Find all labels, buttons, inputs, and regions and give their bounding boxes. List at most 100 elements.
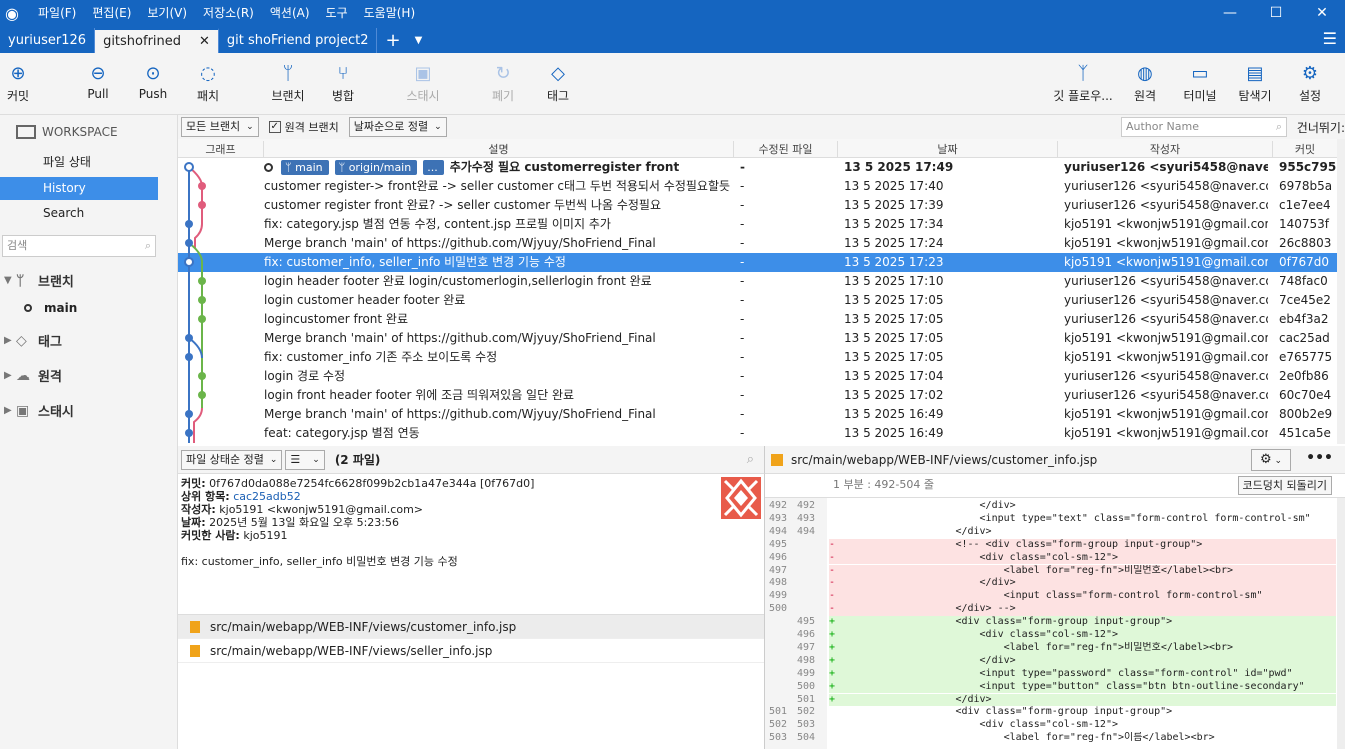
menu-edit[interactable]: 편집(E) — [84, 0, 139, 26]
branch-filter-dropdown[interactable]: 모든 브랜치 ⌄ — [181, 117, 259, 137]
tab-list-dropdown-icon[interactable]: ▼ — [409, 28, 429, 53]
sidebar-item-file-status[interactable]: 파일 상태 — [0, 151, 158, 174]
tab-git-shofriend-project2[interactable]: git shoFriend project2 — [219, 28, 378, 53]
close-window-icon[interactable]: ✕ — [1299, 0, 1345, 26]
new-tab-icon[interactable]: + — [377, 28, 408, 53]
stash-icon: ▣ — [16, 402, 30, 419]
commit-row[interactable]: login customer header footer 완료 - 13 5 202… — [178, 291, 1337, 310]
sidebar-item-search[interactable]: Search — [0, 202, 158, 225]
commit-row[interactable]: customer register front 완료? -> seller cu… — [178, 196, 1337, 215]
commit-row[interactable]: ᛘ main ᛘ origin/main... 추가수정 필요 customerre… — [178, 158, 1337, 177]
column-header-files[interactable]: 수정된 파일 — [734, 141, 838, 157]
menu-help[interactable]: 도움말(H) — [356, 0, 424, 26]
parent-commit-link[interactable]: cac25adb52 — [233, 490, 301, 503]
graph-node-selected — [184, 257, 194, 267]
commit-row[interactable]: Merge branch 'main' of https://github.co… — [178, 234, 1337, 253]
commit-author: yuriuser126 <syuri5458@naver.com> — [1064, 198, 1268, 212]
search-icon[interactable]: ⌕ — [747, 452, 754, 467]
column-header-commit[interactable]: 커밋 — [1273, 141, 1337, 157]
tags-section[interactable]: ▶ ◇ 태그 — [4, 331, 62, 351]
menu-view[interactable]: 보기(V) — [139, 0, 195, 26]
commit-row-selected[interactable]: fix: customer_info, seller_info 비밀번호 변경 … — [178, 253, 1337, 272]
remotes-section[interactable]: ▶ ☁ 원격 — [4, 366, 62, 386]
commit-list-scrollbar[interactable] — [1337, 139, 1345, 444]
minimize-icon[interactable]: — — [1207, 0, 1253, 26]
more-options-icon[interactable]: ••• — [1306, 450, 1333, 466]
sort-order-dropdown[interactable]: 날짜순으로 정렬 ⌄ — [348, 117, 447, 137]
branch-label-main: ᛘ main — [281, 160, 329, 175]
sidebar-search-input[interactable]: 검색 ⌕ — [2, 235, 156, 257]
dropdown-value: 모든 브랜치 — [186, 120, 241, 133]
column-header-description[interactable]: 설명 — [264, 141, 734, 157]
commit-hash: 0f767d0 — [1279, 255, 1330, 269]
diff-scrollbar[interactable] — [1337, 498, 1345, 749]
commit-row[interactable]: login header footer 완료 login/customerlog… — [178, 272, 1337, 291]
commit-row[interactable]: feat: category.jsp 별점 연동 - 13 5 2025 16:49… — [178, 424, 1337, 443]
checkbox-label: 원격 브랜치 — [284, 121, 339, 134]
sidebar-item-label: Search — [43, 206, 85, 220]
diff-text: </div> — [835, 525, 992, 537]
tab-yuriuser126[interactable]: yuriuser126 — [0, 28, 96, 53]
file-sort-dropdown[interactable]: 파일 상태순 정렬 ⌄ — [181, 449, 283, 470]
diff-options-button[interactable]: ⚙ ⌄ — [1251, 449, 1291, 471]
commit-hash: 2e0fb86 — [1279, 369, 1329, 383]
tag-button[interactable]: ◇ 태그 — [528, 61, 588, 104]
sidebar-item-history[interactable]: History — [0, 177, 158, 200]
explorer-button[interactable]: ▤ 탐색기 — [1225, 61, 1285, 104]
push-button[interactable]: ⊙ Push — [123, 61, 183, 101]
commit-row[interactable]: Merge branch 'main' of https://github.co… — [178, 329, 1337, 348]
remote-button[interactable]: ◍ 원격 — [1115, 61, 1175, 104]
detail-parent: 상위 항목: cac25adb52 — [181, 490, 761, 503]
tab-gitshofrined[interactable]: gitshofrined ✕ — [95, 28, 219, 53]
column-header-date[interactable]: 날짜 — [838, 141, 1058, 157]
file-item[interactable]: src/main/webapp/WEB-INF/views/customer_i… — [178, 615, 764, 639]
commit-row[interactable]: login 경로 수정 - 13 5 2025 17:04 yuriuser126 <… — [178, 367, 1337, 386]
commit-row[interactable]: fix: category.jsp 별점 연동 수정, content.jsp … — [178, 215, 1337, 234]
branches-section[interactable]: ▼ ᛘ 브랜치 — [4, 271, 74, 291]
settings-button[interactable]: ⚙ 설정 — [1280, 61, 1340, 104]
menu-tools[interactable]: 도구 — [318, 0, 356, 26]
diff-code: - </div> --> — [829, 603, 1336, 617]
modified-file-icon — [190, 620, 200, 633]
column-header-author[interactable]: 작성자 — [1058, 141, 1273, 157]
merge-button[interactable]: ⑂ 병합 — [313, 61, 373, 104]
menu-file[interactable]: 파일(F) — [30, 0, 84, 26]
close-tab-icon[interactable]: ✕ — [199, 34, 210, 49]
revert-hunk-button[interactable]: 코드덩치 되돌리기 — [1237, 476, 1332, 495]
commit-row[interactable]: Merge branch 'main' of https://github.co… — [178, 405, 1337, 424]
stash-button[interactable]: ▣ 스태시 — [393, 61, 453, 104]
pull-button[interactable]: ⊖ Pull — [68, 61, 128, 101]
remote-branches-checkbox[interactable]: ✓ 원격 브랜치 — [268, 119, 339, 135]
commit-row[interactable]: customer register-> front완료 -> seller cu… — [178, 177, 1337, 196]
menu-bar: 파일(F) 편집(E) 보기(V) 저장소(R) 액션(A) 도구 도움말(H) — [30, 0, 423, 26]
commit-row[interactable]: fix: customer_info 기존 주소 보이도록 수정 - 13 5 20… — [178, 348, 1337, 367]
stashes-section[interactable]: ▶ ▣ 스태시 — [4, 401, 74, 421]
commit-author: yuriuser126 <syuri5458@naver.com> — [1064, 388, 1268, 402]
file-item[interactable]: src/main/webapp/WEB-INF/views/seller_inf… — [178, 639, 764, 663]
diff-code: <input type="text" class="form-control f… — [829, 513, 1336, 526]
commit-row[interactable]: login front header footer 위에 조금 띄워져있음 일단… — [178, 386, 1337, 405]
graph-node — [198, 296, 206, 304]
column-header-graph[interactable]: 그래프 — [178, 141, 264, 157]
maximize-icon[interactable]: ☐ — [1253, 0, 1299, 26]
workspace-header: WORKSPACE — [16, 125, 118, 139]
detail-value: kjo5191 — [243, 529, 288, 542]
discard-button[interactable]: ↻ 폐기 — [473, 61, 533, 104]
hamburger-menu-icon[interactable]: ☰ — [1323, 29, 1337, 48]
menu-repository[interactable]: 저장소(R) — [195, 0, 262, 26]
patch-button[interactable]: ◌ 패치 — [178, 61, 238, 104]
author-filter-input[interactable]: Author Name ⌕ — [1121, 117, 1287, 137]
search-icon: ⌕ — [1275, 120, 1282, 133]
graph-node — [185, 410, 193, 418]
commit-hash: e765775 — [1279, 350, 1333, 364]
git-flow-button[interactable]: ᛉ 깃 플로우... — [1050, 61, 1116, 104]
branch-button[interactable]: ᛘ 브랜치 — [258, 61, 318, 104]
detail-value: 2025년 5월 13일 화요일 오후 5:23:56 — [209, 516, 399, 529]
commit-button[interactable]: ⊕ 커밋 — [0, 61, 48, 104]
branch-item-main[interactable]: main — [24, 301, 77, 315]
folder-icon: ▤ — [1246, 63, 1264, 84]
menu-actions[interactable]: 액션(A) — [262, 0, 318, 26]
file-view-dropdown[interactable]: ☰ ⌄ — [285, 449, 325, 470]
terminal-button[interactable]: ▭ 터미널 — [1170, 61, 1230, 104]
commit-row[interactable]: logincustomer front 완료 - 13 5 2025 17:05 yu… — [178, 310, 1337, 329]
